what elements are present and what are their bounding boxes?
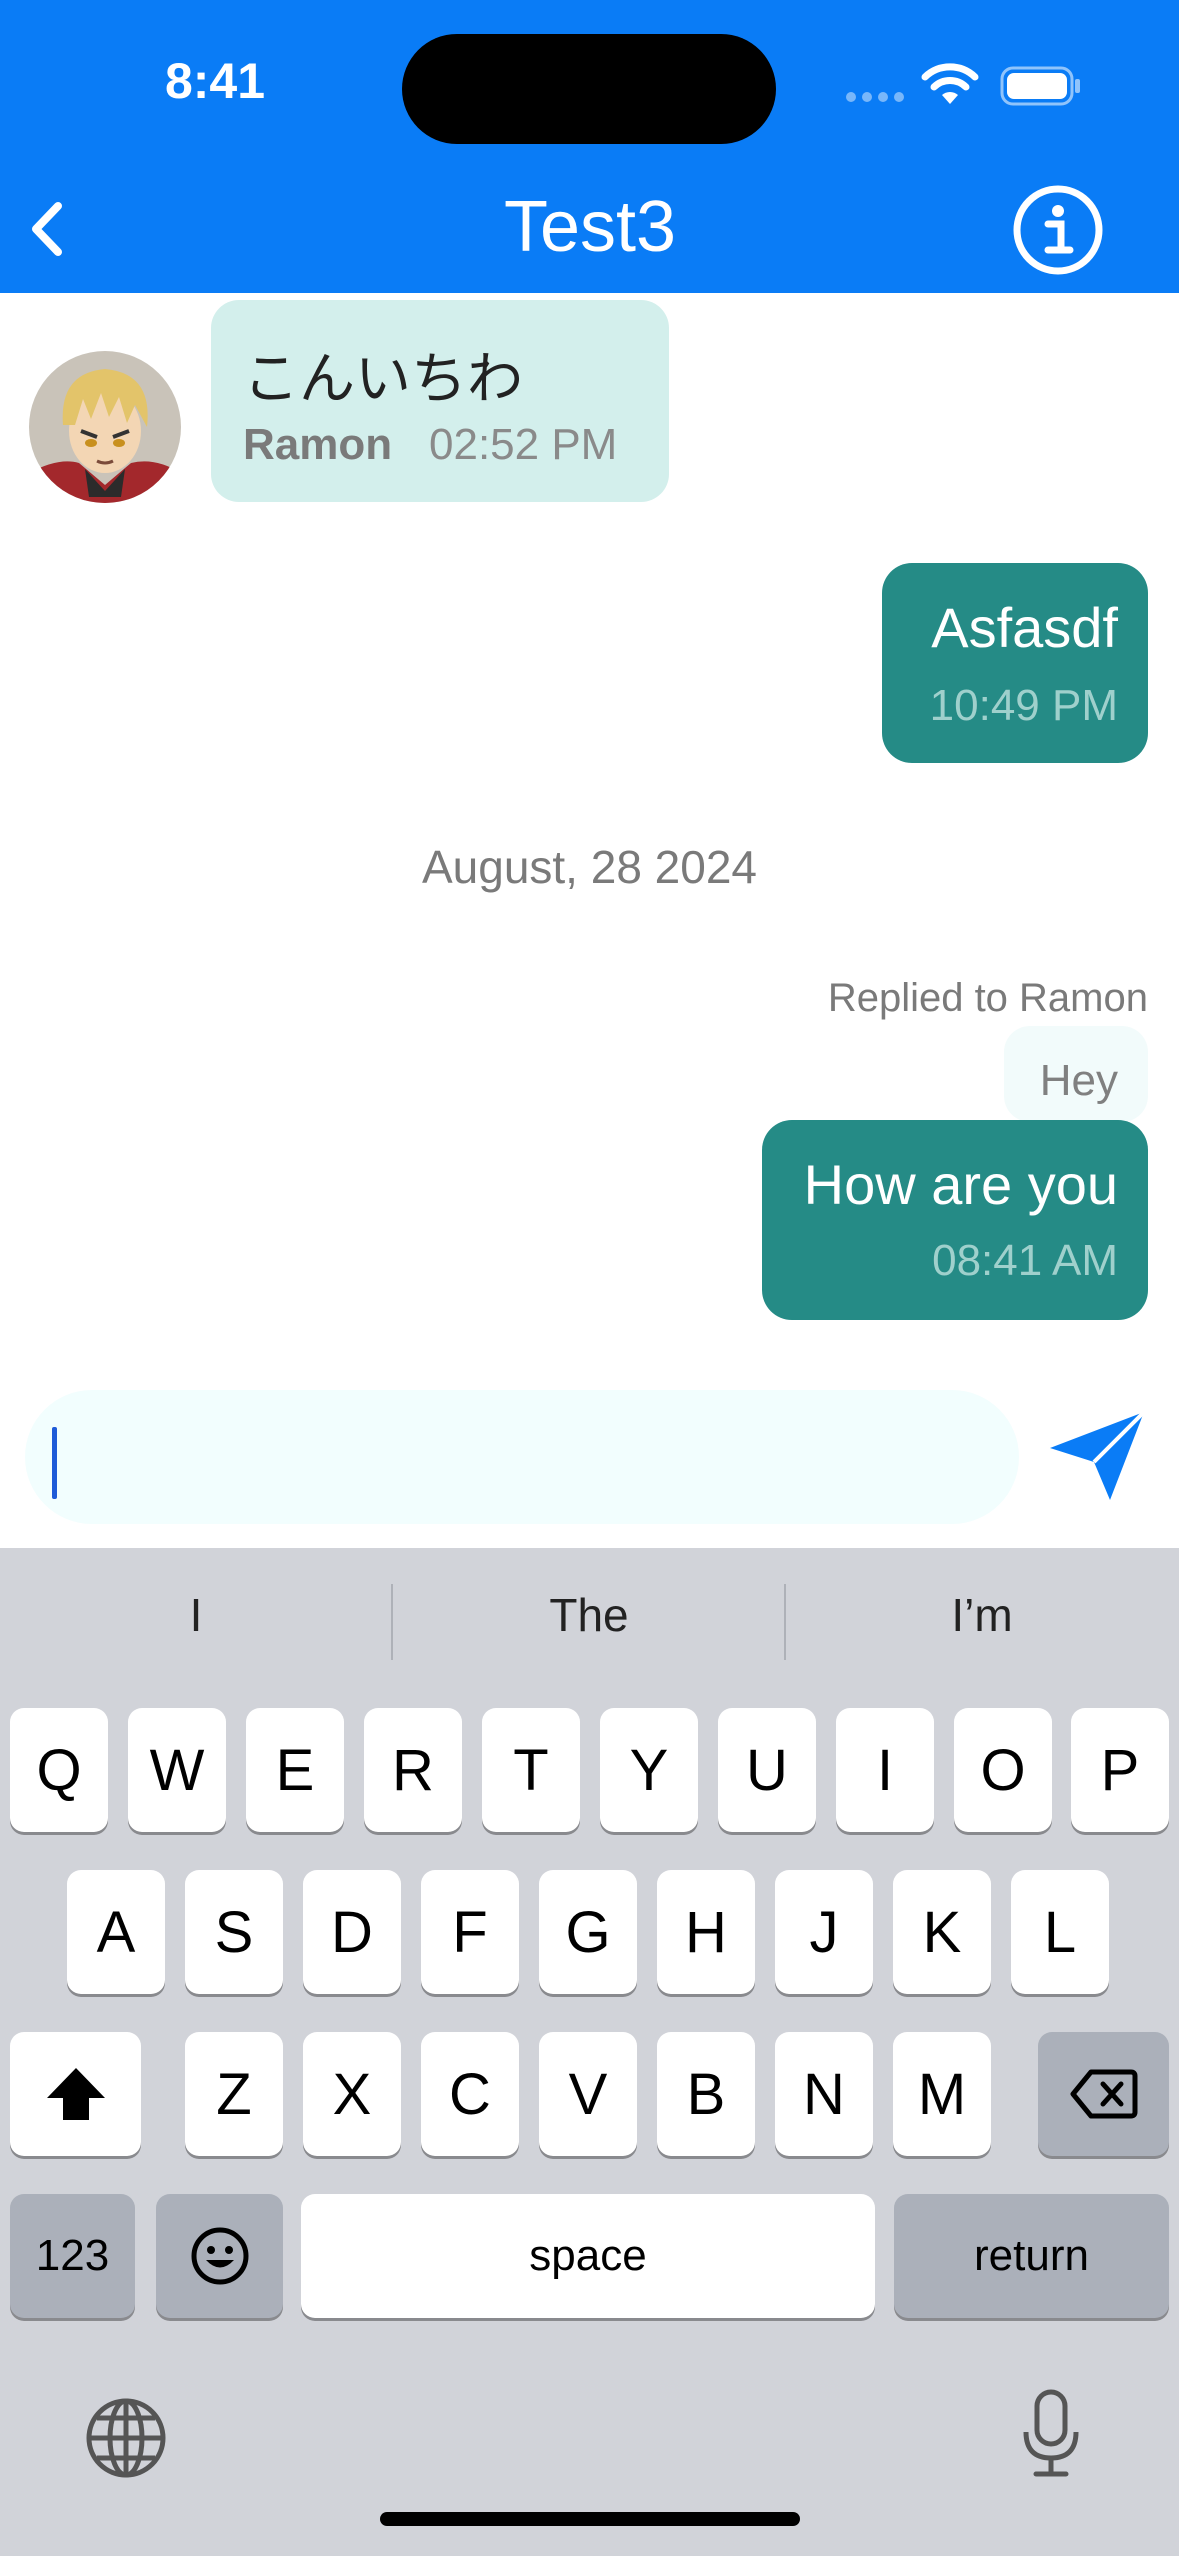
chat-title: Test3 [503,187,677,267]
suggestion-2[interactable]: The [393,1588,785,1642]
shift-icon [46,2068,105,2120]
shift-key[interactable] [10,2032,141,2156]
key-p[interactable]: P [1071,1708,1169,1832]
info-icon[interactable] [1010,182,1106,278]
emoji-icon [191,2227,248,2285]
emoji-key[interactable] [156,2194,283,2318]
key-h[interactable]: H [657,1870,755,1994]
message-text: こんいちわ [243,347,523,410]
suggestion-3[interactable]: I’m [786,1588,1178,1642]
status-time: 8:41 [164,53,266,109]
message-timestamp: 08:41 AM [932,1236,1118,1285]
reply-quote-text: Hey [1039,1056,1118,1105]
message-text: How are you [803,1153,1118,1216]
key-i[interactable]: I [836,1708,934,1832]
key-v[interactable]: V [539,2032,637,2156]
wifi-icon [921,63,979,104]
dynamic-island [402,34,776,144]
home-indicator[interactable] [380,2512,800,2526]
return-key[interactable]: return [894,2194,1169,2318]
key-j[interactable]: J [775,1870,873,1994]
key-u[interactable]: U [718,1708,816,1832]
text-caret [52,1427,57,1499]
sender-name: Ramon [243,420,393,469]
keyboard: I The I’m Q W E R T Y U I O P A S D F G … [0,1548,1179,2556]
key-m[interactable]: M [893,2032,991,2156]
key-n[interactable]: N [775,2032,873,2156]
key-b[interactable]: B [657,2032,755,2156]
key-o[interactable]: O [954,1708,1052,1832]
key-e[interactable]: E [246,1708,344,1832]
key-g[interactable]: G [539,1870,637,1994]
key-s[interactable]: S [185,1870,283,1994]
space-key[interactable]: space [301,2194,875,2318]
reply-quote-bubble[interactable]: Hey [1004,1026,1148,1122]
cellular-signal-icon [846,92,904,104]
key-y[interactable]: Y [600,1708,698,1832]
backspace-key[interactable] [1038,2032,1169,2156]
key-c[interactable]: C [421,2032,519,2156]
key-d[interactable]: D [303,1870,401,1994]
message-input[interactable] [25,1390,1019,1524]
backspace-icon [1070,2069,1137,2119]
numbers-key[interactable]: 123 [10,2194,135,2318]
key-a[interactable]: A [67,1870,165,1994]
suggestion-1[interactable]: I [0,1588,392,1642]
key-z[interactable]: Z [185,2032,283,2156]
message-timestamp: 02:52 PM [429,420,618,469]
send-icon[interactable] [1046,1406,1150,1506]
reply-label: Replied to Ramon [827,976,1148,1020]
globe-icon[interactable] [84,2396,168,2480]
key-f[interactable]: F [421,1870,519,1994]
outgoing-message-bubble[interactable]: Asfasdf 10:49 PM [882,563,1148,763]
date-separator: August, 28 2024 [421,841,758,893]
key-x[interactable]: X [303,2032,401,2156]
outgoing-message-bubble[interactable]: How are you 08:41 AM [762,1120,1148,1320]
message-timestamp: 10:49 PM [929,681,1118,730]
battery-icon [1000,66,1080,106]
key-k[interactable]: K [893,1870,991,1994]
key-l[interactable]: L [1011,1870,1109,1994]
key-q[interactable]: Q [10,1708,108,1832]
key-r[interactable]: R [364,1708,462,1832]
sender-avatar[interactable] [29,351,181,503]
message-text: Asfasdf [931,596,1118,659]
incoming-message-bubble[interactable]: こんいちわ Ramon 02:52 PM [211,300,669,502]
chat-header: 8:41 Test3 [0,0,1179,293]
microphone-icon[interactable] [1018,2388,1084,2480]
key-w[interactable]: W [128,1708,226,1832]
key-t[interactable]: T [482,1708,580,1832]
back-chevron-icon[interactable] [14,184,94,274]
